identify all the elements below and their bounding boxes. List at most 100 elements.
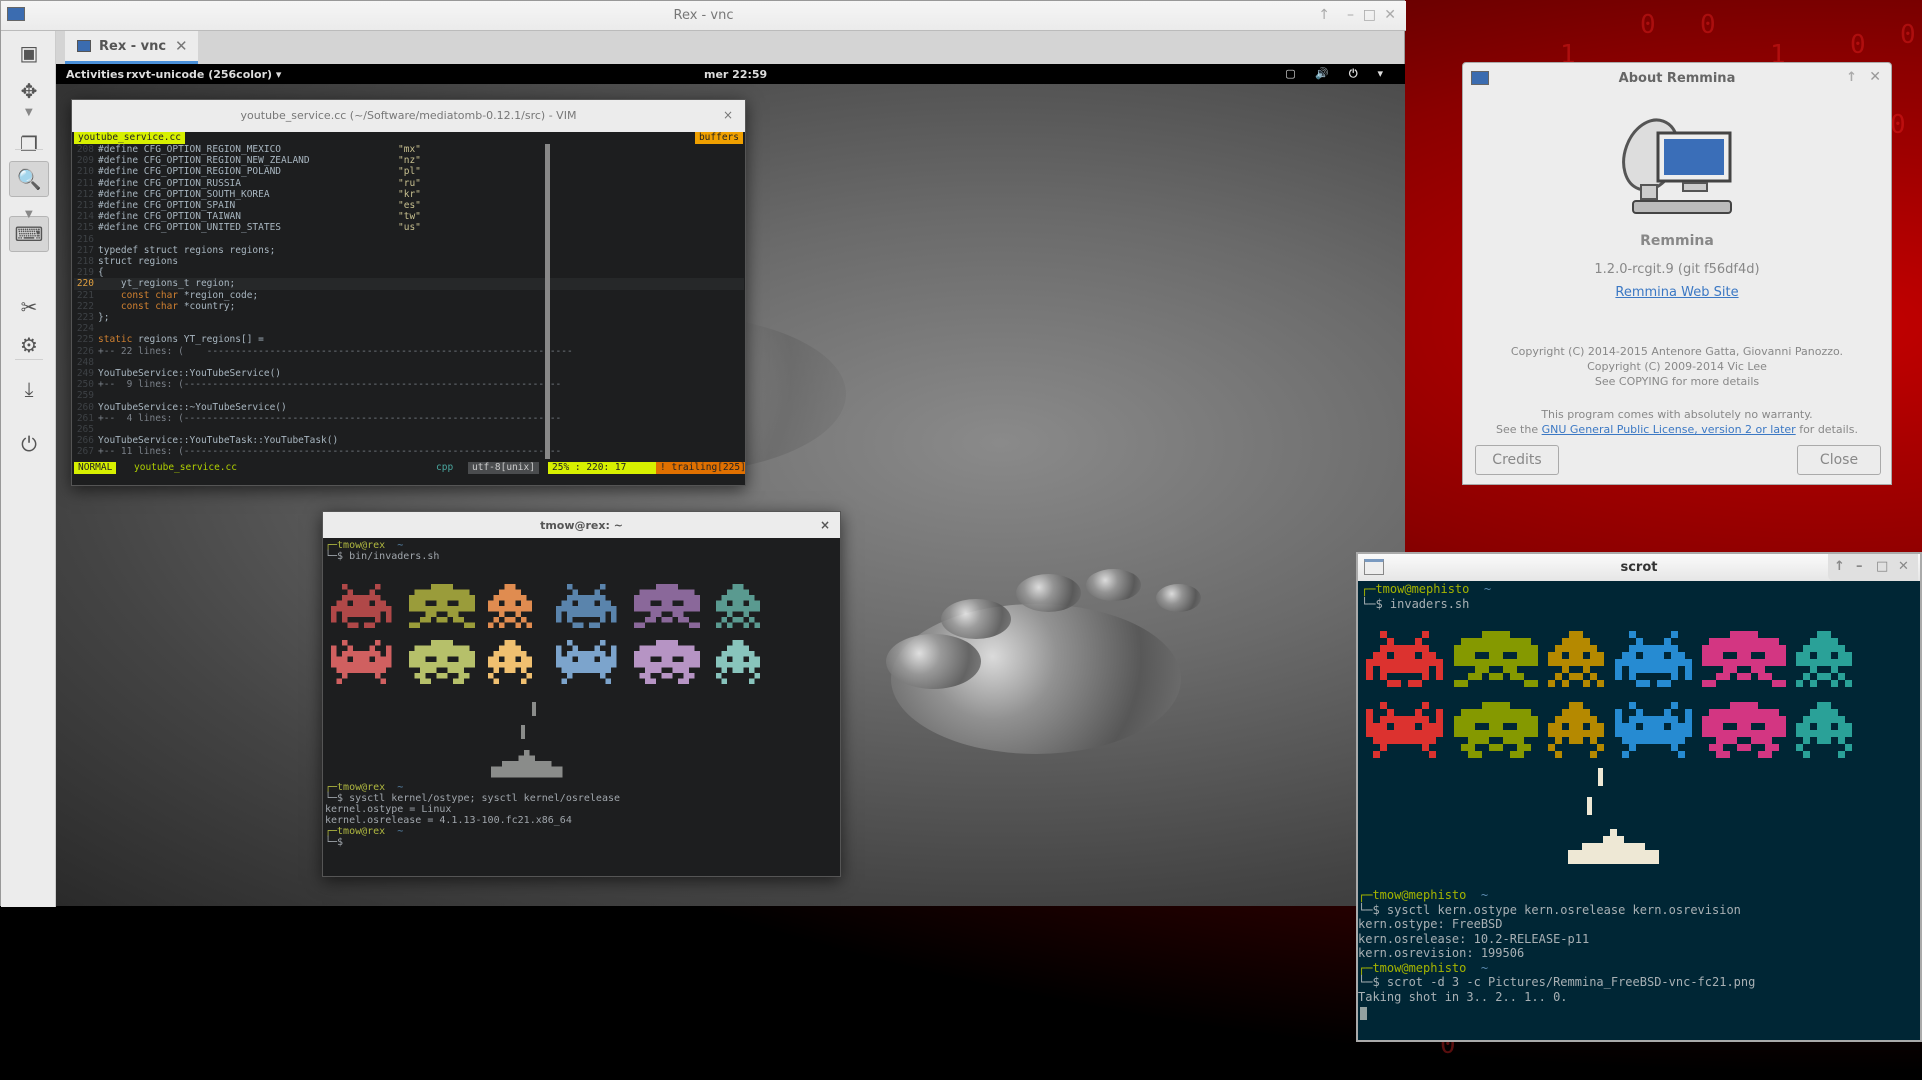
keep-above-button[interactable]: ↑ (1846, 70, 1857, 85)
clock[interactable]: mer 22:59 (704, 68, 767, 81)
vim-position: 25% : 220: 17 (548, 462, 656, 474)
invader-squid (488, 584, 532, 628)
scrot-titlebar[interactable]: scrot ↑ – □ ✕ (1358, 554, 1920, 581)
line-number: 250 (76, 379, 94, 391)
vim-line: 249 YouTubeService::YouTubeService() (74, 368, 744, 379)
activities-button[interactable]: Activities (66, 68, 124, 81)
vim-line: 225 static regions YT_regions[] = (74, 334, 744, 345)
gnome-top-bar: Activities rxvt-unicode (256color) ▾ mer… (56, 64, 1405, 84)
output-text: kernel.ostype = Linux (325, 804, 452, 815)
line-number: 213 (76, 200, 94, 212)
binary-digit: 0 (1640, 10, 1656, 40)
terminal-line: ┌─tmow@mephisto ~ (1358, 888, 1755, 903)
line-number: 261 (76, 412, 94, 424)
fold-marker[interactable]: +-- 11 lines: (-------------------------… (98, 446, 561, 457)
vim-window[interactable]: youtube_service.cc (~/Software/mediatomb… (71, 99, 746, 486)
code-text: struct regions (98, 256, 179, 268)
switch-tab-icon: ❐ (20, 132, 38, 156)
tools-button[interactable]: ⚙ (9, 327, 49, 363)
tools-icon: ⚙ (20, 333, 38, 357)
prompt-dir: ~ (385, 826, 404, 837)
system-tray[interactable]: ▢ 🔊 ⏻ ▾ (1285, 67, 1391, 81)
license-prefix: See the (1496, 423, 1542, 436)
code-text: #define CFG_OPTION_SPAIN (98, 200, 236, 212)
close-icon[interactable]: × (723, 108, 733, 122)
terminal-line: └─$ sysctl kern.ostype kern.osrelease ke… (1358, 903, 1755, 918)
scale-dynamic-resolution-button[interactable]: ✥ (9, 73, 49, 109)
laser-shot (532, 702, 536, 716)
close-icon[interactable]: × (820, 518, 830, 532)
vim-vertical-split[interactable] (545, 144, 550, 459)
tab-rex-vnc[interactable]: Rex - vnc ✕ (65, 31, 198, 64)
command-text: └─$ sysctl kernel/ostype; sysctl kernel/… (325, 793, 621, 804)
prompt-user: ┌─tmow@rex (325, 782, 386, 793)
minimize-button[interactable]: – (1347, 7, 1354, 23)
line-number: 220 (76, 278, 94, 290)
line-number: 248 (76, 356, 94, 368)
keyword: const char (120, 289, 179, 301)
vim-line: 223}; (74, 312, 744, 323)
credits-button[interactable]: Credits (1475, 445, 1559, 475)
terminal-cursor (1360, 1007, 1367, 1020)
about-titlebar[interactable]: About Remmina ↑ ✕ (1463, 63, 1891, 93)
scaled-mode-button[interactable]: 🔍 (9, 161, 49, 197)
app-name: Remmina (1640, 233, 1714, 249)
command-text: └─$ sysctl kern.ostype kern.osrelease ke… (1358, 902, 1741, 917)
website-link[interactable]: Remmina Web Site (1615, 285, 1738, 300)
invader-octopus (1454, 702, 1538, 758)
close-button[interactable]: ✕ (1384, 7, 1396, 23)
gpl-link[interactable]: GNU General Public License, version 2 or… (1542, 423, 1796, 436)
vim-line: 215 #define CFG_OPTION_UNITED_STATES "us" (74, 222, 744, 233)
water-drop (1016, 574, 1081, 612)
maximize-button[interactable]: □ (1876, 559, 1888, 574)
line-number: 260 (76, 401, 94, 413)
rex-terminal-titlebar[interactable]: tmow@rex: ~ × (323, 512, 840, 538)
output-text: Taking shot in 3.. 2.. 1.. 0. (1358, 989, 1568, 1004)
fold-marker[interactable]: +-- 4 lines: (--------------------------… (98, 413, 561, 424)
chevron-down-icon[interactable]: ▼ (25, 209, 33, 220)
close-dialog-button[interactable]: Close (1797, 445, 1881, 475)
fold-marker[interactable]: +-- 22 lines: ( ------------------------… (98, 346, 573, 357)
terminal-line: └─$ (325, 837, 620, 848)
disconnect-button[interactable]: ⏻ (9, 426, 49, 462)
preferences-button[interactable]: ✂ (9, 289, 49, 325)
code-text: #define CFG_OPTION_REGION_NEW_ZEALAND (98, 155, 310, 167)
output-text: kern.osrevision: 199506 (1358, 946, 1525, 960)
vim-code-area[interactable]: 208 #define CFG_OPTION_REGION_MEXICO "mx" 2… (74, 144, 744, 458)
rex-terminal-window[interactable]: tmow@rex: ~ × ┌─tmow@rex ~ └─$ bin/invade… (322, 511, 841, 877)
tab-bar: Rex - vnc ✕ (53, 31, 1404, 64)
code-text: *region_code; (178, 289, 259, 301)
invader-crab (556, 640, 617, 684)
scrot-terminal-window[interactable]: scrot ↑ – □ ✕ ┌─tmow@mephisto ~ └─$ invad… (1356, 552, 1922, 1042)
line-number: 259 (76, 390, 94, 402)
app-menu[interactable]: rxvt-unicode (256color) ▾ (126, 68, 281, 81)
close-button[interactable]: ✕ (1869, 69, 1881, 85)
minimize-button[interactable]: – (1856, 559, 1863, 574)
maximize-button[interactable]: □ (1363, 7, 1376, 23)
terminal-title: tmow@rex: ~ (540, 519, 623, 532)
close-button[interactable]: ✕ (1898, 559, 1909, 574)
player-ship (1568, 829, 1659, 864)
vim-line: 216 (74, 234, 744, 245)
invader-octopus (1454, 631, 1538, 687)
fold-marker[interactable]: +-- 9 lines: (--------------------------… (98, 379, 561, 390)
vim-titlebar[interactable]: youtube_service.cc (~/Software/mediatomb… (72, 100, 745, 132)
vnc-remote-desktop[interactable]: Activities rxvt-unicode (256color) ▾ mer… (56, 64, 1405, 906)
code-text: #define CFG_OPTION_REGION_POLAND (98, 166, 282, 178)
chevron-down-icon[interactable]: ▼ (25, 107, 33, 118)
output-text: kernel.osrelease = 4.1.13-100.fc21.x86_6… (325, 815, 572, 826)
vim-tab[interactable]: youtube_service.cc (74, 132, 185, 144)
vim-line: 261 +-- 4 lines: (-----------------------… (74, 413, 744, 424)
keep-above-button[interactable]: ↑ (1834, 559, 1845, 574)
switch-tab-button[interactable]: ❐ (9, 126, 49, 162)
remmina-titlebar[interactable]: Rex - vnc ↑ – □ ✕ (1, 1, 1406, 31)
invader-octopus (634, 584, 700, 628)
string-literal: "us" (398, 222, 421, 234)
minimize-button[interactable]: ⤓ (9, 371, 49, 407)
grab-keyboard-button[interactable]: ⌨ (9, 216, 49, 252)
tab-close-icon[interactable]: ✕ (175, 37, 188, 55)
toggle-fullscreen-button[interactable]: ▣ (9, 35, 49, 71)
keep-above-button[interactable]: ↑ (1318, 7, 1330, 23)
invader-crab (1615, 631, 1692, 687)
